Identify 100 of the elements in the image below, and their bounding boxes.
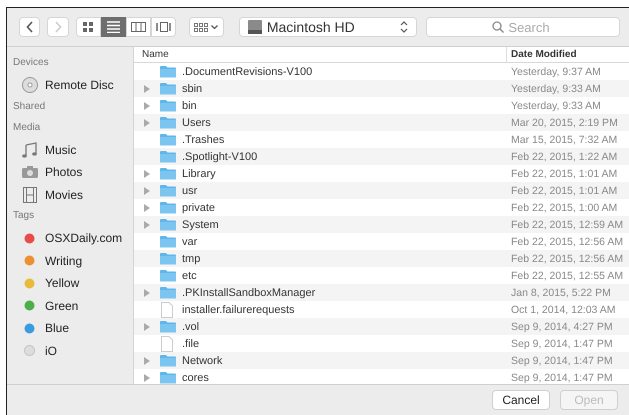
sidebar-item[interactable]: Remote Disc: [7, 74, 133, 96]
date-modified: Feb 22, 2015, 1:01 AM: [510, 184, 618, 198]
search-icon: [492, 21, 504, 33]
grid-icon: [194, 22, 208, 32]
file-name: private: [182, 202, 216, 214]
file-name: .PKInstallSandboxManager: [182, 286, 316, 298]
back-icon: [26, 21, 34, 33]
list-view-icon: [106, 21, 120, 33]
disclosure-triangle-icon[interactable]: [144, 186, 150, 194]
date-modified: Feb 22, 2015, 12:56 AM: [510, 252, 624, 266]
file-name: Network: [182, 354, 222, 366]
dialog-button[interactable]: Cancel: [492, 390, 550, 410]
camera-icon: [22, 165, 38, 180]
search-field[interactable]: Search: [426, 17, 620, 37]
date-modified: Mar 20, 2015, 2:19 PM: [510, 116, 619, 130]
file-name: .Trashes: [182, 134, 224, 146]
folder-icon: [160, 116, 176, 129]
disclosure-triangle-icon[interactable]: [144, 220, 150, 228]
forward-icon: [54, 21, 62, 33]
sidebar-item[interactable]: Music: [7, 138, 133, 161]
folder-icon: [160, 371, 176, 384]
file-name: .file: [182, 338, 200, 350]
date-modified: Yesterday, 9:37 AM: [510, 64, 602, 80]
folder-icon: [160, 82, 176, 95]
file-name: usr: [182, 184, 198, 196]
date-modified: Sep 9, 2014, 4:27 PM: [510, 320, 614, 334]
folder-icon: [160, 167, 176, 180]
folder-icon: [160, 133, 176, 146]
folder-icon: [160, 218, 176, 231]
file-name: .Spotlight-V100: [182, 150, 258, 162]
folder-icon: [160, 184, 176, 197]
folder-icon: [160, 269, 176, 282]
sidebar-item[interactable]: Yellow: [7, 272, 133, 294]
view-mode-button[interactable]: [100, 17, 126, 37]
back-button[interactable]: [19, 17, 40, 37]
file-name: etc: [182, 270, 197, 282]
folder-icon: [160, 320, 176, 333]
file-name: .DocumentRevisions-V100: [182, 66, 312, 78]
sidebar-item[interactable]: Writing: [7, 250, 133, 272]
date-modified: Sep 9, 2014, 1:47 PM: [510, 336, 614, 352]
disclosure-triangle-icon[interactable]: [144, 374, 150, 382]
folder-icon: [160, 286, 176, 299]
column-header[interactable]: Date Modified: [506, 47, 629, 62]
sidebar-heading: Tags: [13, 210, 34, 221]
file-name: sbin: [182, 82, 202, 94]
film-icon: [22, 186, 36, 203]
disclosure-triangle-icon[interactable]: [144, 102, 150, 110]
date-modified: Mar 15, 2015, 7:32 AM: [510, 132, 618, 148]
sidebar-heading: Media: [13, 122, 40, 132]
date-modified: Oct 1, 2014, 12:03 AM: [510, 302, 616, 318]
file-name: Library: [182, 168, 216, 180]
date-modified: Sep 9, 2014, 1:47 PM: [510, 370, 614, 384]
disc-icon: [22, 77, 38, 94]
date-modified: Feb 22, 2015, 1:01 AM: [510, 166, 618, 182]
date-modified: Yesterday, 9:33 AM: [510, 82, 602, 96]
file-name: tmp: [182, 252, 200, 264]
file-name: System: [182, 218, 219, 230]
location-popup[interactable]: Macintosh HD: [238, 17, 418, 37]
file-name: installer.failurerequests: [182, 304, 295, 316]
date-modified: Yesterday, 9:33 AM: [510, 98, 602, 114]
date-modified: Feb 22, 2015, 12:55 AM: [510, 268, 624, 284]
sidebar-item[interactable]: Movies: [7, 184, 133, 206]
date-modified: Feb 22, 2015, 12:59 AM: [510, 218, 624, 232]
arrange-button[interactable]: [188, 17, 224, 37]
stepper-icon: [400, 21, 408, 33]
file-name: bin: [182, 100, 197, 112]
column-header[interactable]: Name: [134, 47, 506, 62]
date-modified: Feb 22, 2015, 1:22 AM: [510, 150, 618, 164]
sidebar-item[interactable]: iO: [7, 340, 133, 362]
file-name: .vol: [182, 320, 200, 332]
sidebar-heading: Shared: [13, 100, 46, 112]
folder-icon: [160, 99, 176, 112]
column-view-icon: [130, 22, 146, 32]
folder-icon: [160, 354, 176, 367]
file-name: var: [182, 236, 198, 248]
disclosure-triangle-icon[interactable]: [144, 288, 150, 296]
date-modified: Feb 22, 2015, 1:00 AM: [510, 200, 618, 216]
disclosure-triangle-icon[interactable]: [144, 118, 150, 126]
date-modified: Feb 22, 2015, 12:56 AM: [510, 234, 624, 250]
date-modified: Sep 9, 2014, 1:47 PM: [510, 354, 614, 368]
music-note-icon: [22, 142, 38, 158]
sidebar-item[interactable]: OSXDaily.com: [7, 227, 133, 250]
disclosure-triangle-icon[interactable]: [144, 322, 150, 330]
sidebar-item[interactable]: Green: [7, 294, 133, 317]
folder-icon: [160, 235, 176, 248]
drive-icon: [248, 20, 262, 34]
disclosure-triangle-icon[interactable]: [144, 204, 150, 212]
disclosure-triangle-icon[interactable]: [144, 170, 150, 178]
disclosure-triangle-icon[interactable]: [144, 356, 150, 364]
folder-icon: [160, 252, 176, 265]
sidebar-item[interactable]: Blue: [7, 317, 133, 340]
cover-flow-icon: [156, 22, 171, 32]
file-name: cores: [182, 372, 209, 384]
caret-icon: [211, 24, 218, 30]
disclosure-triangle-icon[interactable]: [144, 84, 150, 92]
file-name: Users: [182, 116, 211, 128]
sidebar-item[interactable]: Photos: [7, 161, 133, 184]
sidebar-heading: Devices: [13, 57, 49, 68]
folder-icon: [160, 201, 176, 214]
date-modified: Jan 8, 2015, 5:22 PM: [510, 286, 612, 300]
